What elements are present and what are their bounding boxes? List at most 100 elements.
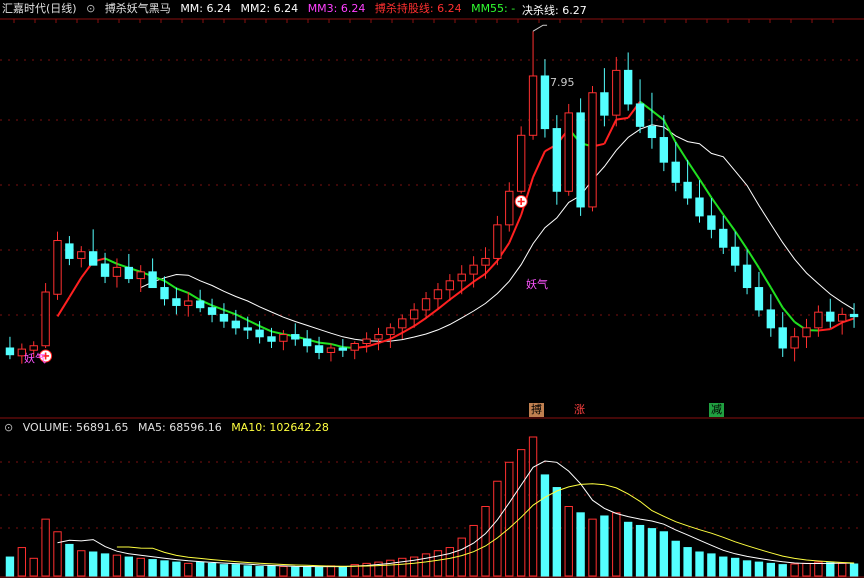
volume-bar	[457, 537, 466, 577]
volume-bar	[314, 566, 324, 577]
hold-line-segment	[104, 257, 118, 265]
candle-body	[837, 313, 847, 322]
volume-bar	[707, 553, 716, 577]
candle-body	[362, 338, 371, 345]
volume-bar	[41, 518, 50, 577]
hold-line-segment	[532, 150, 546, 178]
mm2-value: MM2: 6.24	[240, 2, 299, 15]
candle-body	[433, 289, 443, 300]
candle-body	[374, 334, 383, 340]
hold-line-segment	[318, 341, 332, 345]
volume-bar	[516, 449, 526, 577]
hold-line-segment	[176, 287, 189, 294]
hold-line-segment	[710, 196, 725, 216]
volume-bar	[528, 436, 538, 577]
volume-bar	[742, 560, 752, 577]
candle-body	[790, 336, 799, 349]
chart-title: 汇嘉时代(日线)	[2, 2, 77, 15]
candle-body	[243, 327, 252, 331]
candle-body	[184, 300, 193, 306]
hold-line-segment	[651, 109, 665, 121]
candle-body	[77, 251, 86, 259]
hold-line-segment	[698, 178, 713, 199]
hold-line-segment	[56, 296, 71, 317]
candle-body	[707, 215, 716, 230]
candle-body	[53, 240, 62, 295]
candle-body	[754, 287, 764, 311]
candle-body	[267, 336, 276, 342]
high-label: 7.95	[550, 76, 575, 89]
hold-line-segment	[674, 141, 689, 162]
candle-body	[291, 334, 300, 340]
volume-bar	[291, 566, 300, 577]
tag-jian: 减	[709, 403, 724, 417]
candle-body	[778, 327, 787, 349]
volume-bar	[635, 524, 645, 577]
mm-value: MM: 6.24	[180, 2, 231, 15]
mm55-value: MM55: -	[471, 2, 516, 15]
candle-body	[493, 224, 502, 259]
volume-bar	[754, 561, 764, 577]
volume-bar	[647, 528, 657, 577]
volume-bar	[766, 562, 776, 577]
volume-bar	[730, 557, 740, 577]
chart-header: 汇嘉时代(日线) ⊙ 搏杀妖气黑马 MM: 6.24 MM2: 6.24 MM3…	[2, 2, 521, 16]
candle-body	[766, 309, 776, 329]
candle-body	[350, 343, 359, 351]
kline-chart[interactable]	[0, 0, 864, 578]
candle-body	[719, 228, 728, 248]
volume-bar	[564, 506, 573, 577]
hold-line-segment	[722, 213, 736, 232]
volume-bar	[231, 564, 241, 577]
volume-bar	[814, 561, 823, 577]
candle-body	[802, 327, 811, 338]
volume-bar	[302, 566, 312, 577]
candle-body	[528, 75, 538, 136]
volume-bar	[207, 562, 217, 577]
volume-bar	[790, 563, 799, 577]
candle-body	[112, 266, 122, 277]
vol-ma5-value: MA5: 68596.16	[137, 421, 222, 434]
candle-body	[421, 298, 431, 311]
volume-bar	[255, 566, 264, 577]
volume-bar	[77, 550, 86, 577]
volume-bar	[124, 556, 134, 577]
tag-bo: 搏	[529, 403, 544, 417]
candle-body	[207, 307, 217, 315]
signal-label-1: 妖气	[24, 352, 46, 365]
candle-body	[172, 298, 181, 306]
hold-line-segment	[271, 330, 284, 336]
hold-line-segment	[461, 280, 475, 292]
volume-bar	[279, 566, 288, 577]
volume-toggle-icon[interactable]: ⊙	[4, 421, 13, 434]
tag-zhang: 涨	[574, 403, 585, 416]
vol-ma10-value: MA10: 102642.28	[231, 421, 329, 434]
candle-body	[635, 103, 645, 127]
candle-body	[564, 112, 573, 192]
candle-body	[398, 318, 407, 329]
volume-bar	[219, 564, 229, 577]
candle-body	[814, 311, 823, 329]
candle-body	[314, 345, 324, 353]
hold-line-segment	[769, 287, 784, 309]
volume-bar	[160, 560, 169, 577]
candle-body	[849, 313, 859, 318]
indicator-toggle-icon[interactable]: ⊙	[86, 2, 95, 15]
volume-bar	[659, 531, 669, 577]
volume-bar	[849, 563, 859, 577]
volume-bar	[65, 543, 74, 577]
hold-line-segment	[473, 272, 487, 283]
volume-bar	[588, 518, 597, 577]
candle-body	[469, 264, 478, 275]
signal-label-2: 妖气	[526, 278, 548, 291]
candle-body	[136, 271, 145, 280]
hold-line-segment	[686, 160, 701, 180]
candle-body	[671, 161, 680, 183]
candle-body	[148, 271, 157, 289]
volume-bar	[671, 540, 680, 577]
candle-body	[65, 243, 74, 259]
volume-bar	[445, 547, 455, 577]
volume-bar	[612, 512, 621, 577]
candle-body	[730, 246, 740, 266]
hold-line-segment	[437, 298, 451, 310]
